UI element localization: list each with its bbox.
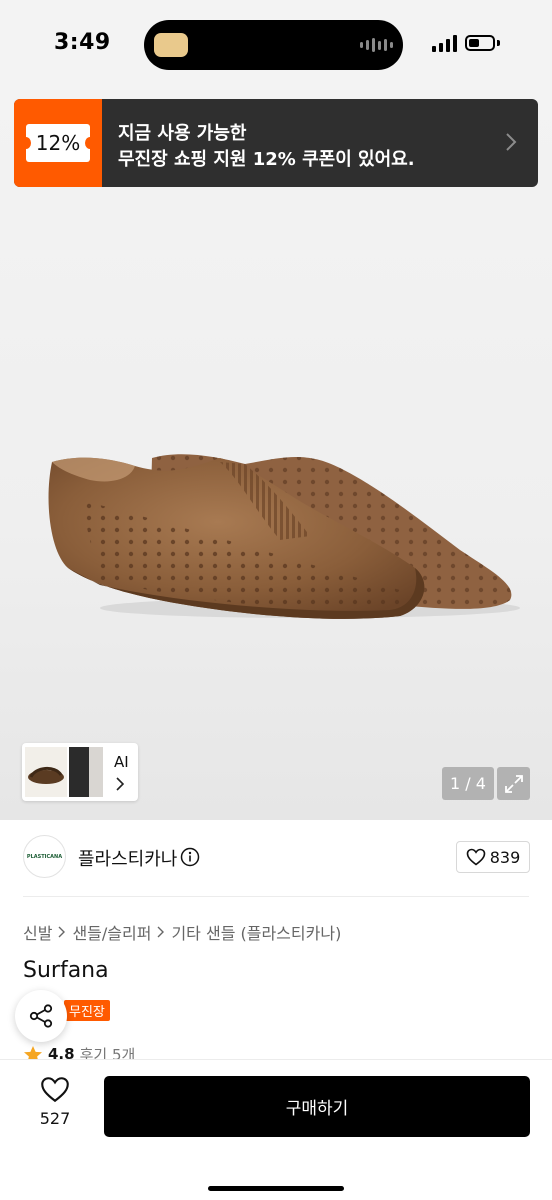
wishlist-count: 527 bbox=[39, 1109, 71, 1128]
brand-logo[interactable]: PLASTICANA bbox=[23, 835, 66, 878]
audio-wave-icon bbox=[360, 37, 393, 53]
coupon-ticket-icon: 12% bbox=[21, 124, 95, 162]
brand-like-button[interactable]: 839 bbox=[456, 841, 530, 873]
ai-label: AI bbox=[114, 753, 129, 771]
status-bar: 3:49 bbox=[0, 0, 552, 92]
breadcrumb-item[interactable]: 샌들/슬리퍼 bbox=[72, 920, 151, 944]
image-page-indicator: 1 / 4 bbox=[442, 767, 494, 800]
thumbnail-model bbox=[69, 747, 89, 797]
product-title: Surfana bbox=[23, 958, 109, 983]
expand-button[interactable] bbox=[497, 767, 530, 800]
info-icon[interactable] bbox=[180, 847, 200, 867]
breadcrumb: 신발 샌들/슬리퍼 기타 샌들 (플라스티카나) bbox=[23, 920, 341, 944]
thumbnail-detail bbox=[89, 747, 103, 797]
battery-nub bbox=[497, 40, 500, 46]
wishlist-button[interactable]: 527 bbox=[25, 1076, 85, 1136]
brand-name[interactable]: 플라스티카나 bbox=[78, 845, 177, 871]
coupon-description: 무진장 쇼핑 지원 12% 쿠폰이 있어요. bbox=[118, 149, 415, 170]
media-app-icon bbox=[154, 33, 188, 57]
coupon-rate-panel: 12% bbox=[14, 99, 102, 187]
share-icon bbox=[29, 1004, 53, 1028]
ai-thumbnail-card[interactable]: AI bbox=[22, 743, 138, 801]
chevron-right-icon bbox=[157, 926, 165, 938]
buy-button[interactable]: 구매하기 bbox=[104, 1076, 530, 1137]
coupon-rate: 12% bbox=[35, 131, 81, 155]
thumbnail-sandal bbox=[25, 747, 67, 797]
musinsa-badge: 무진장 bbox=[64, 1000, 110, 1021]
share-button[interactable] bbox=[15, 990, 67, 1042]
status-time: 3:49 bbox=[54, 30, 111, 55]
heart-icon bbox=[466, 848, 486, 866]
heart-icon bbox=[41, 1077, 69, 1103]
divider bbox=[23, 896, 529, 897]
breadcrumb-item[interactable]: 기타 샌들 (플라스티카나) bbox=[171, 920, 341, 944]
chevron-right-icon bbox=[58, 926, 66, 938]
breadcrumb-item[interactable]: 신발 bbox=[23, 920, 52, 944]
product-shoe-image bbox=[48, 454, 520, 619]
chevron-right-icon bbox=[506, 133, 517, 151]
brand-like-count: 839 bbox=[489, 847, 521, 867]
home-indicator[interactable] bbox=[208, 1186, 344, 1191]
expand-icon bbox=[504, 774, 523, 793]
chevron-right-icon bbox=[116, 777, 124, 791]
coupon-headline: 지금 사용 가능한 bbox=[118, 123, 247, 144]
coupon-banner[interactable]: 12% 지금 사용 가능한 무진장 쇼핑 지원 12% 쿠폰이 있어요. bbox=[14, 99, 538, 187]
battery-icon bbox=[465, 35, 495, 51]
signal-icon bbox=[432, 34, 457, 52]
